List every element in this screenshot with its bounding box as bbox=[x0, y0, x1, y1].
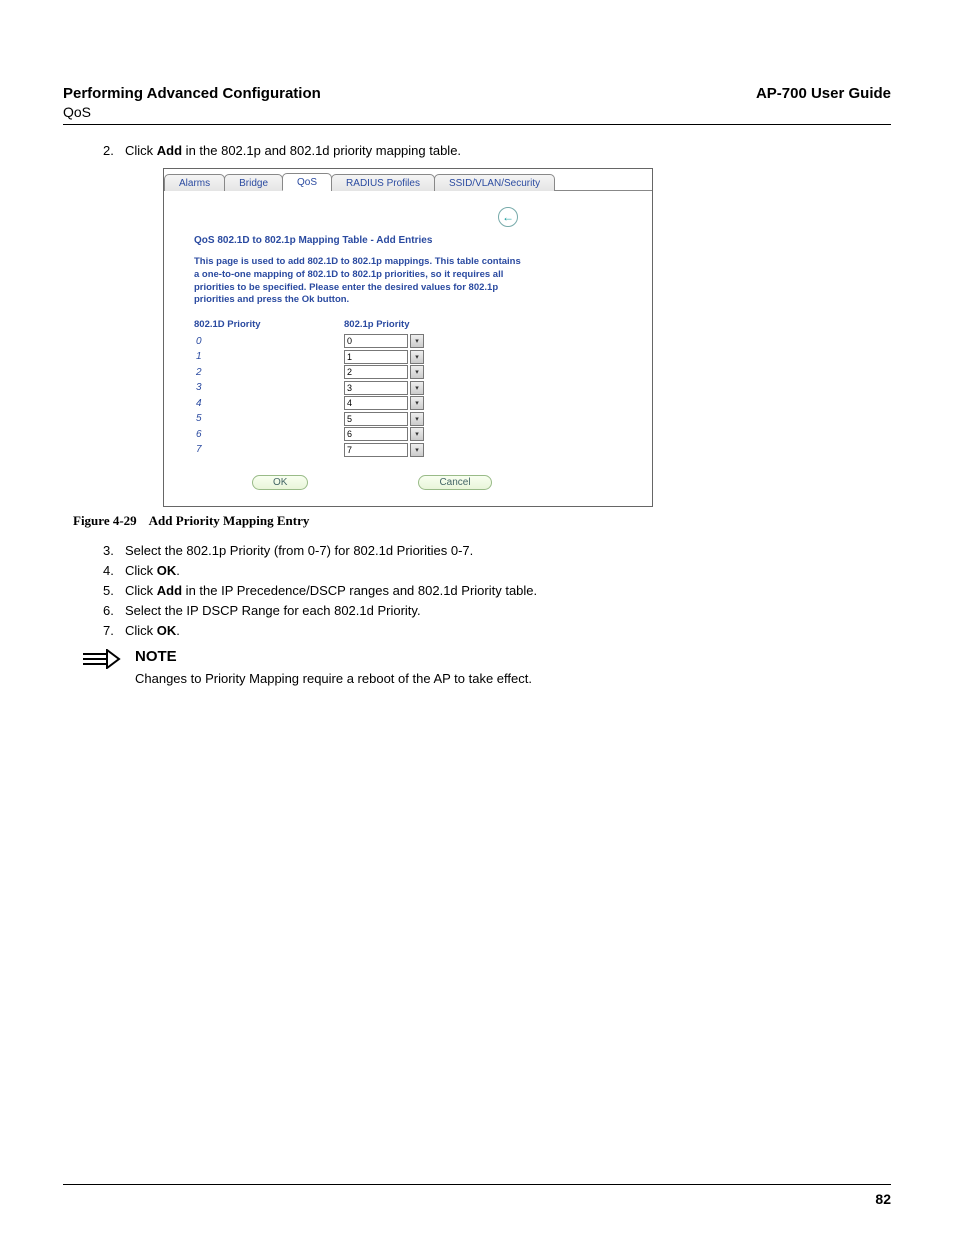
priority-row: 7 ▾ bbox=[194, 443, 622, 457]
priority-1p-input[interactable] bbox=[344, 365, 408, 379]
tab-ssid-vlan-security[interactable]: SSID/VLAN/Security bbox=[434, 174, 555, 191]
tab-bar: Alarms Bridge QoS RADIUS Profiles SSID/V… bbox=[164, 169, 652, 191]
priority-row: 6 ▾ bbox=[194, 427, 622, 441]
priority-1p-input[interactable] bbox=[344, 443, 408, 457]
col-header-1p: 802.1p Priority bbox=[344, 319, 464, 330]
step-7: 7.Click OK. bbox=[103, 623, 891, 638]
screenshot-panel: Alarms Bridge QoS RADIUS Profiles SSID/V… bbox=[163, 168, 653, 507]
priority-1p-input[interactable] bbox=[344, 334, 408, 348]
step-6: 6.Select the IP DSCP Range for each 802.… bbox=[103, 603, 891, 618]
priority-1p-input[interactable] bbox=[344, 381, 408, 395]
note-body: Changes to Priority Mapping require a re… bbox=[135, 671, 532, 686]
priority-1p-input[interactable] bbox=[344, 427, 408, 441]
dropdown-icon[interactable]: ▾ bbox=[410, 365, 424, 379]
priority-row: 2 ▾ bbox=[194, 365, 622, 379]
priority-1d-value: 3 bbox=[194, 382, 344, 393]
dropdown-icon[interactable]: ▾ bbox=[410, 334, 424, 348]
step-list-bottom: 3.Select the 802.1p Priority (from 0-7) … bbox=[63, 543, 891, 638]
subsection: QoS bbox=[63, 104, 891, 120]
priority-1d-value: 6 bbox=[194, 429, 344, 440]
priority-1p-input[interactable] bbox=[344, 396, 408, 410]
page-number: 82 bbox=[63, 1184, 891, 1207]
dropdown-icon[interactable]: ▾ bbox=[410, 412, 424, 426]
panel-title: QoS 802.1D to 802.1p Mapping Table - Add… bbox=[194, 235, 622, 246]
tab-qos[interactable]: QoS bbox=[282, 173, 332, 191]
priority-1d-value: 5 bbox=[194, 413, 344, 424]
priority-row: 4 ▾ bbox=[194, 396, 622, 410]
header-rule bbox=[63, 124, 891, 125]
priority-row: 5 ▾ bbox=[194, 412, 622, 426]
tab-alarms[interactable]: Alarms bbox=[164, 174, 225, 191]
dropdown-icon[interactable]: ▾ bbox=[410, 350, 424, 364]
priority-1d-value: 7 bbox=[194, 444, 344, 455]
step-3: 3.Select the 802.1p Priority (from 0-7) … bbox=[103, 543, 891, 558]
priority-1d-value: 1 bbox=[194, 351, 344, 362]
priority-row: 3 ▾ bbox=[194, 381, 622, 395]
ok-button[interactable]: OK bbox=[252, 475, 308, 490]
priority-1d-value: 4 bbox=[194, 398, 344, 409]
priority-row: 1 ▾ bbox=[194, 350, 622, 364]
guide-title: AP-700 User Guide bbox=[756, 85, 891, 102]
step-5: 5.Click Add in the IP Precedence/DSCP ra… bbox=[103, 583, 891, 598]
tab-radius-profiles[interactable]: RADIUS Profiles bbox=[331, 174, 435, 191]
tab-bridge[interactable]: Bridge bbox=[224, 174, 283, 191]
dropdown-icon[interactable]: ▾ bbox=[410, 381, 424, 395]
dropdown-icon[interactable]: ▾ bbox=[410, 427, 424, 441]
step-4: 4.Click OK. bbox=[103, 563, 891, 578]
col-header-1d: 802.1D Priority bbox=[194, 319, 344, 330]
panel-description: This page is used to add 802.1D to 802.1… bbox=[194, 256, 524, 307]
priority-1p-input[interactable] bbox=[344, 350, 408, 364]
priority-1p-input[interactable] bbox=[344, 412, 408, 426]
note-heading: NOTE bbox=[135, 648, 532, 665]
dropdown-icon[interactable]: ▾ bbox=[410, 443, 424, 457]
priority-1d-value: 2 bbox=[194, 367, 344, 378]
note-arrow-icon bbox=[81, 649, 121, 669]
back-icon[interactable]: ← bbox=[498, 207, 518, 227]
step-list-top: 2.Click Add in the 802.1p and 802.1d pri… bbox=[63, 143, 891, 158]
dropdown-icon[interactable]: ▾ bbox=[410, 396, 424, 410]
step-2: 2.Click Add in the 802.1p and 802.1d pri… bbox=[103, 143, 891, 158]
note-block: NOTE Changes to Priority Mapping require… bbox=[81, 648, 891, 686]
cancel-button[interactable]: Cancel bbox=[418, 475, 491, 490]
figure-caption: Figure 4-29Add Priority Mapping Entry bbox=[73, 513, 891, 529]
section-title: Performing Advanced Configuration bbox=[63, 85, 321, 102]
priority-row: 0 ▾ bbox=[194, 334, 622, 348]
priority-1d-value: 0 bbox=[194, 336, 344, 347]
